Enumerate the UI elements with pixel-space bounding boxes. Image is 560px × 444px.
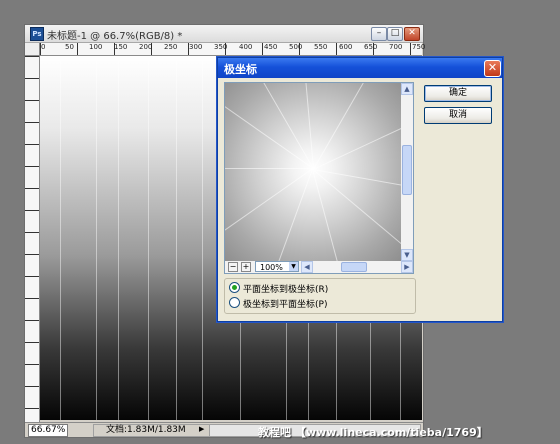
option-rect-to-polar[interactable]: 平面坐标到极坐标(R) [229, 282, 328, 296]
ruler-label: 400 [239, 43, 253, 51]
dialog-titlebar[interactable]: 极坐标 ✕ [218, 58, 502, 78]
option-label: 极坐标到平面坐标(P) [243, 300, 328, 310]
ruler-label: 750 [412, 43, 426, 51]
ruler-label: 450 [264, 43, 278, 51]
zoom-dropdown-arrow-icon[interactable]: ▼ [289, 262, 298, 271]
dialog-close-button[interactable]: ✕ [484, 60, 501, 77]
preview-controls-bar: − + 100% ▼ ◀ ▶ [225, 261, 413, 273]
vertical-scroll-thumb[interactable] [402, 145, 412, 195]
document-titlebar[interactable]: Ps 未标题-1 @ 66.7%(RGB/8) * – □ ✕ [25, 25, 423, 43]
minimize-button[interactable]: – [371, 27, 387, 41]
watermark-text: 教程吧 【www.lineca.com/tieba/1769】 [258, 426, 488, 439]
ruler-label: 500 [289, 43, 303, 51]
preview-zoom-value: 100% [260, 263, 283, 272]
polar-coordinates-dialog: 极坐标 ✕ ▲ ▼ − + 100% ▼ ◀ ▶ 确定 取消 平面坐标到极坐标(… [217, 57, 503, 322]
ruler-label: 50 [65, 43, 74, 51]
document-size-info: 文档:1.83M/1.83M [93, 424, 211, 437]
ruler-origin[interactable] [25, 43, 40, 56]
ok-button[interactable]: 确定 [424, 85, 492, 102]
dialog-title: 极坐标 [224, 63, 257, 76]
radio-selected-icon[interactable] [229, 282, 240, 293]
zoom-out-button[interactable]: − [228, 262, 238, 272]
horizontal-ruler[interactable]: 0 50 100 150 200 250 300 350 400 450 500… [40, 43, 426, 56]
document-title: 未标题-1 @ 66.7%(RGB/8) * [47, 31, 183, 42]
cancel-button[interactable]: 取消 [424, 107, 492, 124]
preview-panel: ▲ ▼ − + 100% ▼ ◀ ▶ [224, 82, 414, 274]
scroll-down-icon[interactable]: ▼ [401, 249, 413, 261]
vertical-ruler[interactable] [25, 56, 40, 422]
conversion-options: 平面坐标到极坐标(R) 极坐标到平面坐标(P) [224, 278, 416, 314]
ruler-label: 700 [389, 43, 403, 51]
close-window-button[interactable]: ✕ [404, 27, 420, 41]
scroll-right-icon[interactable]: ▶ [401, 261, 413, 273]
maximize-button[interactable]: □ [387, 27, 403, 41]
option-label: 平面坐标到极坐标(R) [243, 285, 329, 295]
zoom-in-button[interactable]: + [241, 262, 251, 272]
ruler-label: 0 [41, 43, 46, 51]
horizontal-scroll-thumb[interactable] [341, 262, 367, 272]
ruler-label: 650 [364, 43, 378, 51]
ruler-label: 250 [164, 43, 178, 51]
ruler-label: 600 [339, 43, 353, 51]
preview-vertical-scrollbar[interactable]: ▲ ▼ [401, 83, 413, 261]
radio-unselected-icon[interactable] [229, 297, 240, 308]
zoom-level-field[interactable]: 66.67% [28, 424, 68, 437]
status-menu-arrow-icon[interactable]: ▶ [199, 424, 207, 435]
photoshop-logo-icon: Ps [30, 27, 44, 41]
scroll-up-icon[interactable]: ▲ [401, 83, 413, 95]
scroll-left-icon[interactable]: ◀ [301, 261, 313, 273]
ruler-label: 300 [189, 43, 203, 51]
filter-preview[interactable] [225, 83, 401, 261]
ruler-label: 200 [139, 43, 153, 51]
ruler-label: 150 [114, 43, 128, 51]
ruler-label: 100 [89, 43, 103, 51]
ruler-label: 550 [314, 43, 328, 51]
option-polar-to-rect[interactable]: 极坐标到平面坐标(P) [229, 297, 327, 311]
ruler-label: 350 [214, 43, 228, 51]
